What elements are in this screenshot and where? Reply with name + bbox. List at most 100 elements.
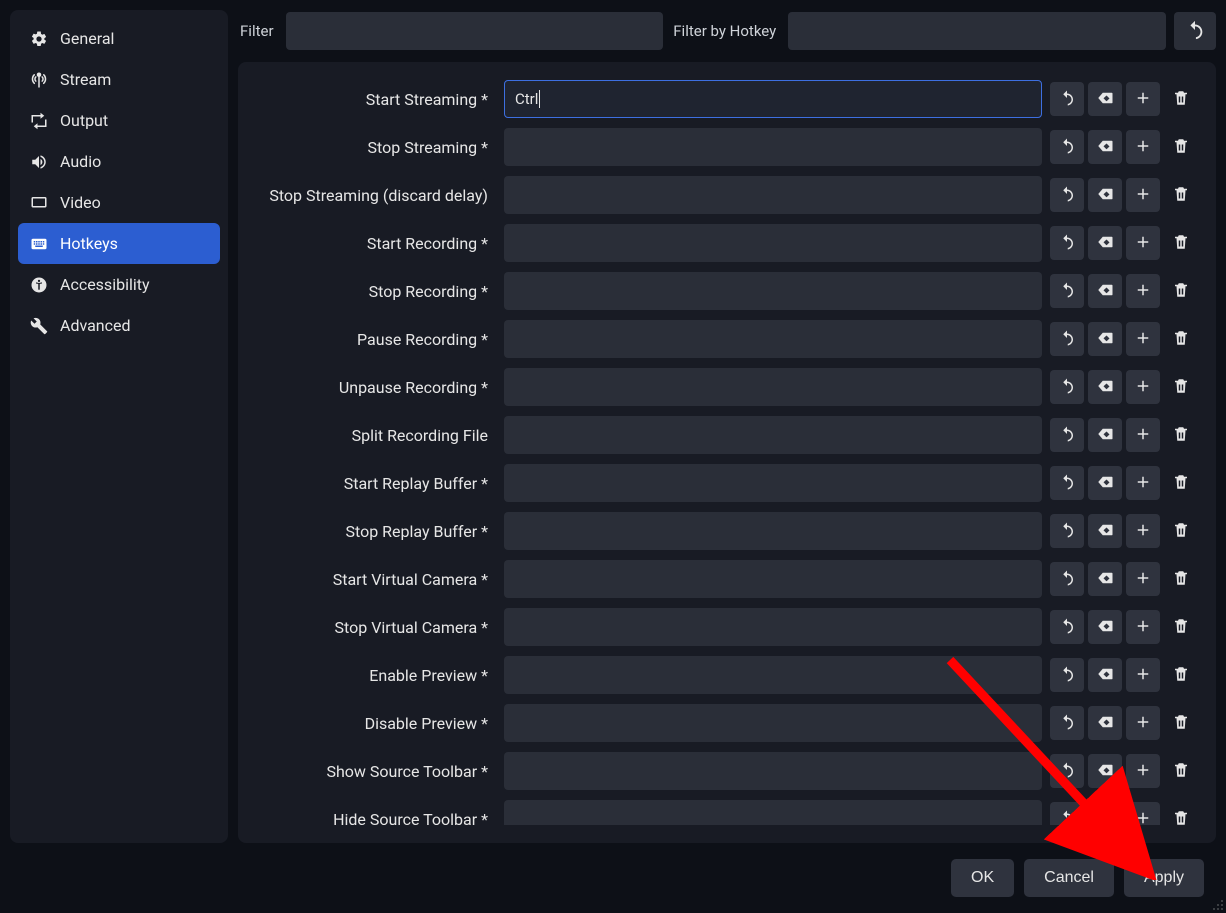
revert-button[interactable]: [1050, 226, 1084, 260]
clear-button[interactable]: [1088, 418, 1122, 452]
hotkey-input[interactable]: [504, 800, 1042, 825]
revert-button[interactable]: [1050, 370, 1084, 404]
add-button[interactable]: [1126, 322, 1160, 356]
revert-button[interactable]: [1050, 610, 1084, 644]
add-button[interactable]: [1126, 274, 1160, 308]
sidebar-item-video[interactable]: Video: [18, 182, 220, 223]
hotkey-row: Stop Streaming (discard delay): [256, 176, 1198, 214]
add-button[interactable]: [1126, 754, 1160, 788]
delete-button[interactable]: [1164, 658, 1198, 692]
delete-button[interactable]: [1164, 370, 1198, 404]
revert-button[interactable]: [1050, 562, 1084, 596]
clear-button[interactable]: [1088, 274, 1122, 308]
add-button[interactable]: [1126, 370, 1160, 404]
tools-icon: [30, 317, 48, 335]
delete-button[interactable]: [1164, 754, 1198, 788]
clear-button[interactable]: [1088, 466, 1122, 500]
revert-button[interactable]: [1050, 754, 1084, 788]
revert-button[interactable]: [1050, 802, 1084, 825]
clear-button[interactable]: [1088, 754, 1122, 788]
sidebar-item-advanced[interactable]: Advanced: [18, 305, 220, 346]
sidebar-item-output[interactable]: Output: [18, 100, 220, 141]
clear-button[interactable]: [1088, 370, 1122, 404]
delete-button[interactable]: [1164, 466, 1198, 500]
filter-input[interactable]: [286, 12, 664, 50]
delete-button[interactable]: [1164, 322, 1198, 356]
filter-hotkey-input[interactable]: [788, 12, 1166, 50]
revert-button[interactable]: [1050, 466, 1084, 500]
revert-button[interactable]: [1050, 82, 1084, 116]
hotkey-input[interactable]: Ctrl: [504, 80, 1042, 118]
revert-button[interactable]: [1050, 322, 1084, 356]
revert-button[interactable]: [1050, 274, 1084, 308]
delete-button[interactable]: [1164, 514, 1198, 548]
ok-button[interactable]: OK: [951, 859, 1014, 897]
delete-button[interactable]: [1164, 274, 1198, 308]
hotkey-input[interactable]: [504, 272, 1042, 310]
clear-button[interactable]: [1088, 130, 1122, 164]
resize-grip-icon[interactable]: [1212, 899, 1224, 911]
add-button[interactable]: [1126, 178, 1160, 212]
delete-button[interactable]: [1164, 562, 1198, 596]
add-button[interactable]: [1126, 226, 1160, 260]
delete-button[interactable]: [1164, 82, 1198, 116]
hotkey-input[interactable]: [504, 704, 1042, 742]
hotkey-label: Start Recording *: [256, 234, 496, 253]
sidebar-item-audio[interactable]: Audio: [18, 141, 220, 182]
clear-button[interactable]: [1088, 658, 1122, 692]
delete-button[interactable]: [1164, 130, 1198, 164]
revert-button[interactable]: [1050, 658, 1084, 692]
clear-button[interactable]: [1088, 610, 1122, 644]
sidebar-item-accessibility[interactable]: Accessibility: [18, 264, 220, 305]
clear-button[interactable]: [1088, 178, 1122, 212]
delete-button[interactable]: [1164, 610, 1198, 644]
add-button[interactable]: [1126, 130, 1160, 164]
reset-filter-button[interactable]: [1174, 12, 1216, 50]
delete-button[interactable]: [1164, 226, 1198, 260]
revert-button[interactable]: [1050, 706, 1084, 740]
clear-button[interactable]: [1088, 322, 1122, 356]
hotkey-list[interactable]: Start Streaming *CtrlStop Streaming *Sto…: [256, 80, 1210, 825]
clear-button[interactable]: [1088, 514, 1122, 548]
hotkey-input[interactable]: [504, 320, 1042, 358]
revert-button[interactable]: [1050, 178, 1084, 212]
clear-button[interactable]: [1088, 706, 1122, 740]
clear-button[interactable]: [1088, 226, 1122, 260]
apply-button[interactable]: Apply: [1124, 859, 1204, 897]
add-button[interactable]: [1126, 610, 1160, 644]
hotkey-input[interactable]: [504, 656, 1042, 694]
clear-button[interactable]: [1088, 802, 1122, 825]
add-button[interactable]: [1126, 802, 1160, 825]
hotkey-input[interactable]: [504, 608, 1042, 646]
revert-button[interactable]: [1050, 130, 1084, 164]
hotkey-input[interactable]: [504, 560, 1042, 598]
add-button[interactable]: [1126, 466, 1160, 500]
revert-button[interactable]: [1050, 418, 1084, 452]
add-button[interactable]: [1126, 82, 1160, 116]
hotkey-actions: [1050, 610, 1198, 644]
hotkey-input[interactable]: [504, 128, 1042, 166]
hotkey-input[interactable]: [504, 752, 1042, 790]
add-button[interactable]: [1126, 418, 1160, 452]
sidebar-item-general[interactable]: General: [18, 18, 220, 59]
revert-button[interactable]: [1050, 514, 1084, 548]
hotkey-input[interactable]: [504, 368, 1042, 406]
clear-button[interactable]: [1088, 82, 1122, 116]
hotkey-input[interactable]: [504, 464, 1042, 502]
add-button[interactable]: [1126, 514, 1160, 548]
sidebar-item-stream[interactable]: Stream: [18, 59, 220, 100]
add-button[interactable]: [1126, 706, 1160, 740]
clear-button[interactable]: [1088, 562, 1122, 596]
add-button[interactable]: [1126, 562, 1160, 596]
delete-button[interactable]: [1164, 178, 1198, 212]
hotkey-input[interactable]: [504, 176, 1042, 214]
hotkey-input[interactable]: [504, 224, 1042, 262]
delete-button[interactable]: [1164, 706, 1198, 740]
delete-button[interactable]: [1164, 802, 1198, 825]
cancel-button[interactable]: Cancel: [1024, 859, 1114, 897]
hotkey-input[interactable]: [504, 512, 1042, 550]
delete-button[interactable]: [1164, 418, 1198, 452]
sidebar-item-hotkeys[interactable]: Hotkeys: [18, 223, 220, 264]
add-button[interactable]: [1126, 658, 1160, 692]
hotkey-input[interactable]: [504, 416, 1042, 454]
